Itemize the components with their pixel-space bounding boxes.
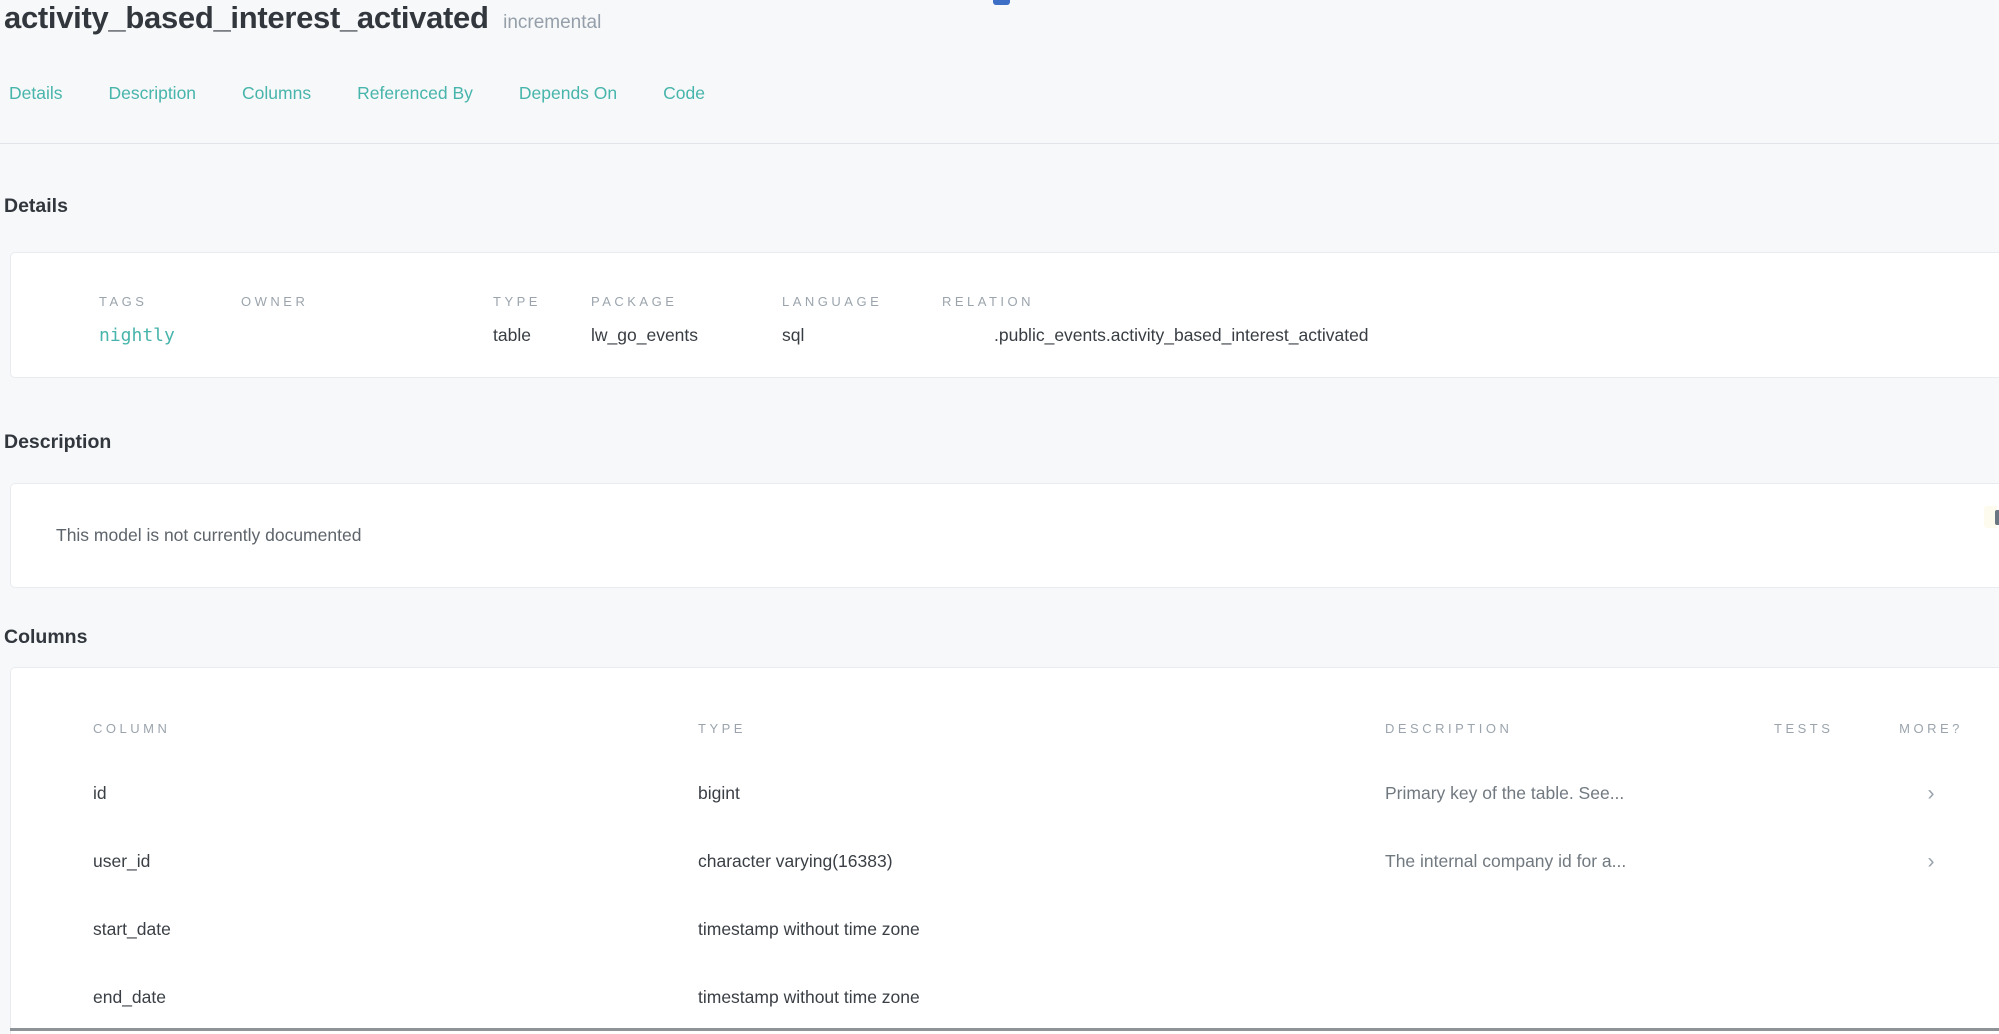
column-description-cell: The internal company id for a... <box>1373 851 1762 872</box>
language-value: sql <box>782 325 942 346</box>
header-cell-tests: TESTS <box>1762 721 1876 736</box>
type-label: TYPE <box>493 294 591 309</box>
column-type-cell: character varying(16383) <box>686 851 1373 872</box>
header-cell-description: DESCRIPTION <box>1373 721 1762 736</box>
columns-table-body: id bigint Primary key of the table. See.… <box>11 759 1999 1031</box>
column-row-end-date[interactable]: end_date timestamp without time zone <box>11 963 1999 1031</box>
relation-label: RELATION <box>942 294 1999 309</box>
clipped-button-fragment <box>1984 506 1999 528</box>
column-description-cell: Primary key of the table. See... <box>1373 783 1762 804</box>
page-title-row: activity_based_interest_activated increm… <box>4 0 601 36</box>
section-nav: Details Description Columns Referenced B… <box>9 83 705 104</box>
column-type-cell: bigint <box>686 783 1373 804</box>
materialization-badge: incremental <box>503 12 601 33</box>
details-card: TAGS nightly OWNER TYPE table PACKAGE lw… <box>10 252 1999 378</box>
description-section-heading: Description <box>4 431 111 454</box>
description-card: This model is not currently documented <box>10 483 1999 588</box>
field-language: LANGUAGE sql <box>782 294 942 377</box>
nav-tab-description[interactable]: Description <box>109 83 197 104</box>
columns-section-heading: Columns <box>4 626 87 649</box>
header-cell-more: MORE? <box>1876 721 1986 736</box>
nav-tab-columns[interactable]: Columns <box>242 83 311 104</box>
field-relation: RELATION .public_events.activity_based_i… <box>942 294 1999 377</box>
nav-tab-code[interactable]: Code <box>663 83 705 104</box>
column-name-cell: start_date <box>81 919 686 940</box>
field-tags: TAGS nightly <box>99 294 241 377</box>
column-row-id[interactable]: id bigint Primary key of the table. See.… <box>11 759 1999 827</box>
owner-label: OWNER <box>241 294 493 309</box>
columns-card: COLUMN TYPE DESCRIPTION TESTS MORE? id b… <box>10 667 1999 1034</box>
column-type-cell: timestamp without time zone <box>686 987 1373 1008</box>
relation-value: .public_events.activity_based_interest_a… <box>994 325 1999 346</box>
package-label: PACKAGE <box>591 294 782 309</box>
column-name-cell: user_id <box>81 851 686 872</box>
header-cell-type: TYPE <box>686 721 1373 736</box>
nav-divider <box>0 143 1999 144</box>
row-expand-chevron-icon[interactable]: › <box>1876 851 1986 872</box>
model-name-title: activity_based_interest_activated <box>4 0 489 35</box>
field-package: PACKAGE lw_go_events <box>591 294 782 377</box>
details-section-heading: Details <box>4 195 68 218</box>
columns-table-header: COLUMN TYPE DESCRIPTION TESTS MORE? <box>11 668 1999 736</box>
row-expand-chevron-icon[interactable]: › <box>1876 783 1986 804</box>
field-type: TYPE table <box>493 294 591 377</box>
header-cell-column: COLUMN <box>81 721 686 736</box>
language-label: LANGUAGE <box>782 294 942 309</box>
clipped-link-fragment <box>993 0 1010 5</box>
column-row-start-date[interactable]: start_date timestamp without time zone <box>11 895 1999 963</box>
model-docs-page: activity_based_interest_activated increm… <box>0 0 1999 1034</box>
tag-nightly-link[interactable]: nightly <box>99 325 241 346</box>
bottom-divider-line <box>10 1028 1999 1031</box>
column-name-cell: id <box>81 783 686 804</box>
type-value: table <box>493 325 591 346</box>
package-value: lw_go_events <box>591 325 782 346</box>
column-name-cell: end_date <box>81 987 686 1008</box>
clipped-button-bar <box>1995 510 1999 525</box>
description-placeholder-text: This model is not currently documented <box>11 484 1999 546</box>
column-type-cell: timestamp without time zone <box>686 919 1373 940</box>
field-owner: OWNER <box>241 294 493 377</box>
nav-tab-depends-on[interactable]: Depends On <box>519 83 617 104</box>
column-row-user-id[interactable]: user_id character varying(16383) The int… <box>11 827 1999 895</box>
nav-tab-details[interactable]: Details <box>9 83 63 104</box>
tags-label: TAGS <box>99 294 241 309</box>
nav-tab-referenced-by[interactable]: Referenced By <box>357 83 473 104</box>
